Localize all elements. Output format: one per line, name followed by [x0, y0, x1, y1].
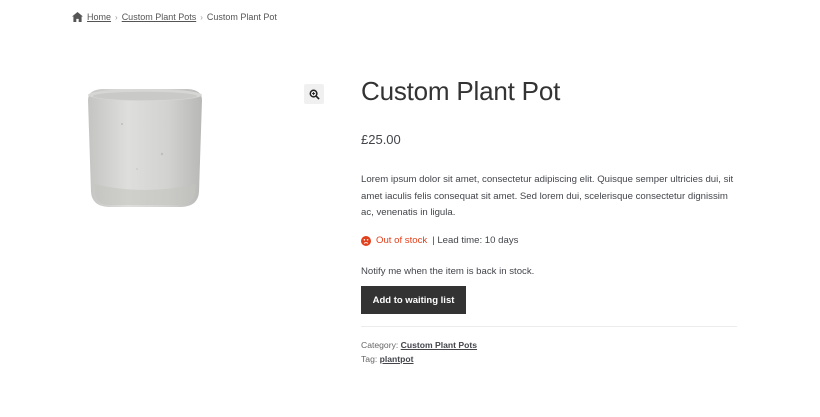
- breadcrumb-category-link[interactable]: Custom Plant Pots: [122, 12, 197, 22]
- breadcrumb: Home › Custom Plant Pots › Custom Plant …: [72, 12, 277, 22]
- product-title: Custom Plant Pot: [361, 76, 561, 106]
- category-link[interactable]: Custom Plant Pots: [401, 340, 477, 350]
- product-summary: Custom Plant Pot £25.00 Lorem ipsum dolo…: [361, 76, 737, 364]
- product-meta: Category: Custom Plant Pots Tag: plantpo…: [361, 338, 477, 366]
- magnifier-zoom-icon: [309, 89, 320, 100]
- category-row: Category: Custom Plant Pots: [361, 338, 477, 352]
- out-of-stock-label: Out of stock: [376, 235, 428, 246]
- breadcrumb-separator: ›: [200, 12, 203, 22]
- home-icon: [72, 12, 83, 22]
- product-price: £25.00: [361, 132, 401, 147]
- product-description: Lorem ipsum dolor sit amet, consectetur …: [361, 174, 734, 218]
- product-gallery: [72, 78, 324, 218]
- add-to-waiting-list-button[interactable]: Add to waiting list: [361, 286, 466, 314]
- stock-status: Out of stock | Lead time: 10 days: [361, 235, 518, 246]
- notify-text: Notify me when the item is back in stock…: [361, 266, 535, 277]
- sad-face-icon: [361, 235, 371, 246]
- divider: [361, 326, 737, 327]
- category-label: Category:: [361, 340, 401, 350]
- breadcrumb-separator: ›: [115, 12, 118, 22]
- lead-time-label: | Lead time: 10 days: [432, 235, 519, 246]
- tag-row: Tag: plantpot: [361, 352, 477, 366]
- product-image[interactable]: [82, 84, 214, 216]
- breadcrumb-home-link[interactable]: Home: [87, 12, 111, 22]
- tag-label: Tag:: [361, 354, 380, 364]
- zoom-button[interactable]: [304, 84, 324, 104]
- breadcrumb-current: Custom Plant Pot: [206, 12, 277, 22]
- tag-link[interactable]: plantpot: [380, 354, 414, 364]
